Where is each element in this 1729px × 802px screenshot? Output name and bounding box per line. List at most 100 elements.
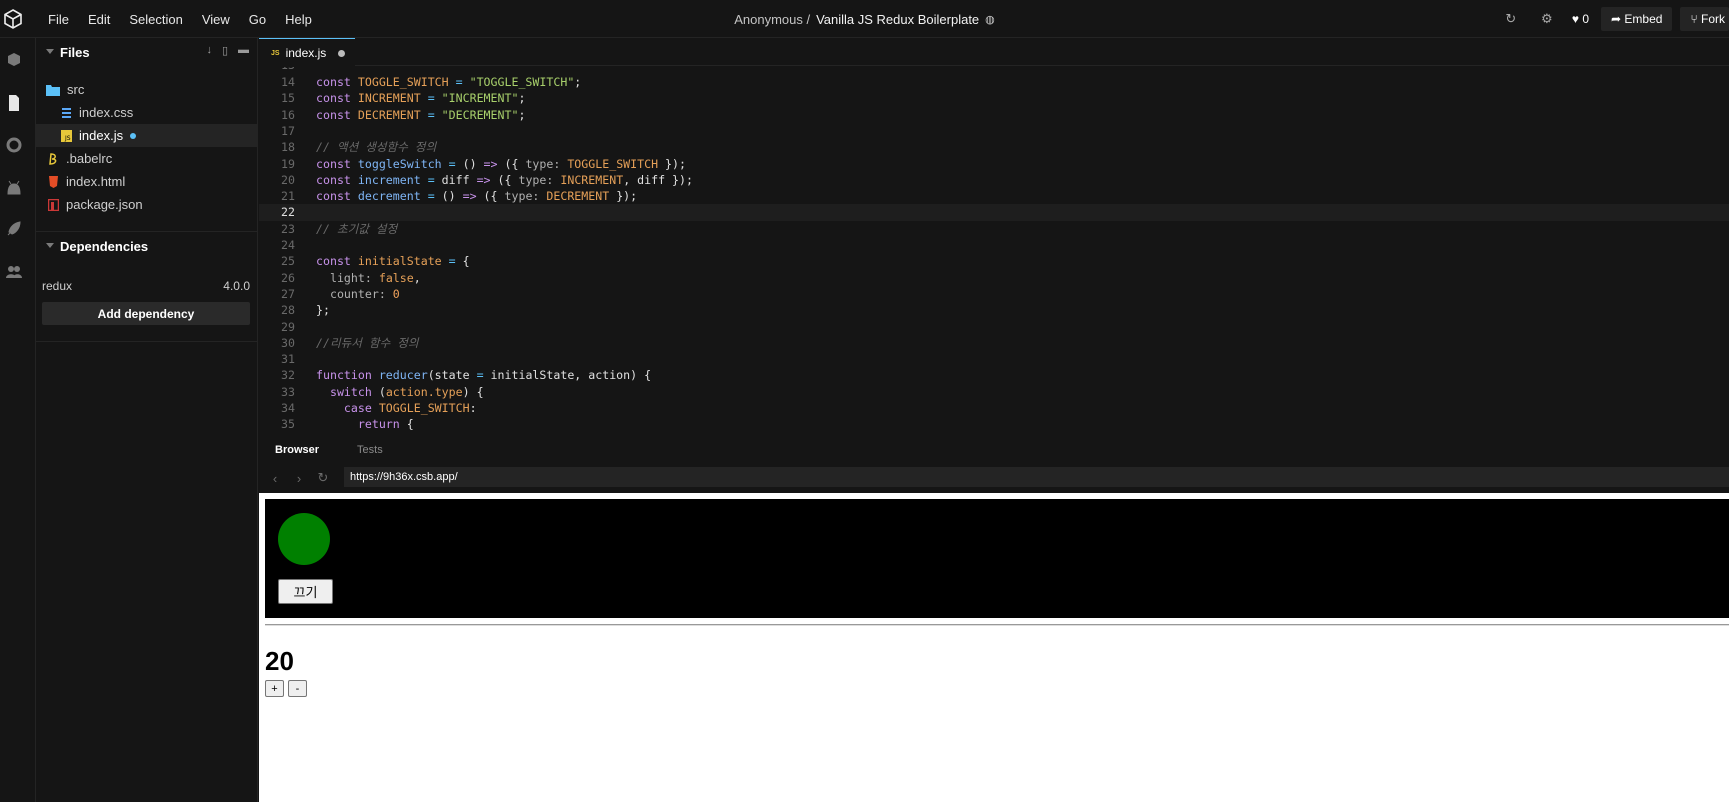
- line-number: 21: [281, 189, 295, 204]
- code-editor: JS index.js 13 14const TOGGLE_SWITCH = "…: [259, 38, 1729, 438]
- unsaved-dot-icon[interactable]: [338, 50, 345, 57]
- line-number: 15: [281, 91, 295, 106]
- line-number: 32: [281, 368, 295, 383]
- counter-value: 20: [265, 646, 294, 676]
- line-number: 31: [281, 352, 295, 367]
- files-actions: ↓ ▯ ▬: [206, 44, 249, 57]
- tree-item-label: package.json: [66, 197, 143, 212]
- fork-label: Fork: [1701, 12, 1725, 26]
- add-dependency-button[interactable]: Add dependency: [42, 302, 250, 325]
- line-number: 22: [281, 205, 295, 220]
- dependency-row[interactable]: redux 4.0.0: [36, 276, 257, 296]
- code-line: 19 const toggleSwitch = () => ({ type: TO…: [259, 156, 1729, 172]
- light-indicator: [278, 513, 330, 565]
- tab-index-js[interactable]: JS index.js: [259, 38, 355, 67]
- collapse-caret-icon[interactable]: [46, 49, 54, 54]
- deploy-rocket-icon[interactable]: [4, 219, 24, 239]
- toolbar-right: ↻ ⚙ ♥ 0 ➦ Embed ⑂ Fork: [1500, 0, 1729, 38]
- decrement-button[interactable]: -: [288, 680, 307, 697]
- line-number: 35: [281, 417, 295, 432]
- npm-file-icon: [48, 198, 59, 211]
- menu-selection[interactable]: Selection: [129, 12, 182, 27]
- like-count: 0: [1582, 12, 1590, 26]
- embed-button[interactable]: ➦ Embed: [1601, 7, 1673, 31]
- dependencies-header-label: Dependencies: [60, 238, 149, 254]
- tree-file-babelrc[interactable]: .babelrc: [36, 147, 257, 170]
- toggle-off-button[interactable]: 끄기: [278, 579, 333, 604]
- code-line: 27 counter: 0: [259, 286, 1729, 302]
- line-number: 13: [259, 67, 295, 73]
- back-arrow-icon[interactable]: ‹: [267, 471, 283, 486]
- gear-icon[interactable]: ⚙: [1536, 11, 1558, 27]
- refresh-icon[interactable]: ↻: [1500, 11, 1522, 27]
- config-gear-icon[interactable]: [4, 135, 24, 155]
- code-line: 24: [259, 237, 1729, 253]
- tree-file-index-css[interactable]: index.css: [36, 101, 257, 124]
- menu-help[interactable]: Help: [285, 12, 312, 27]
- unsaved-dot-icon: [130, 132, 137, 139]
- file-explorer-icon[interactable]: [4, 93, 24, 113]
- files-header[interactable]: Files ↓ ▯ ▬: [36, 38, 257, 66]
- code-line: 16 const DECREMENT = "DECREMENT";: [259, 107, 1729, 123]
- sandbox-name[interactable]: Vanilla JS Redux Boilerplate: [816, 12, 979, 27]
- line-number: 14: [281, 75, 295, 89]
- forward-arrow-icon[interactable]: ›: [291, 471, 307, 486]
- css-file-icon: [62, 107, 71, 118]
- tree-file-index-js[interactable]: JS index.js: [36, 124, 257, 147]
- dependencies-list: redux 4.0.0 Add dependency: [36, 276, 257, 325]
- tab-tests[interactable]: Tests: [357, 444, 383, 456]
- tree-folder-src[interactable]: src: [36, 78, 257, 101]
- collapse-caret-icon[interactable]: [46, 243, 54, 248]
- project-info-icon[interactable]: [4, 50, 24, 70]
- sidebar-divider: [36, 341, 257, 342]
- line-number: 29: [281, 319, 295, 334]
- increment-button[interactable]: +: [265, 680, 284, 697]
- menu-go[interactable]: Go: [249, 12, 266, 27]
- tree-file-index-html[interactable]: index.html: [36, 170, 257, 193]
- code-line: 25 const initialState = {: [259, 253, 1729, 269]
- tree-item-label: .babelrc: [66, 151, 113, 166]
- file-tree: src index.css JS index.js .babelrc index…: [36, 78, 257, 216]
- code-line: 28};: [259, 302, 1729, 318]
- code-line: 23// 초기값 설정: [259, 221, 1729, 237]
- menu-view[interactable]: View: [202, 12, 230, 27]
- line-number: 18: [281, 140, 295, 155]
- line-number: 28: [281, 303, 295, 318]
- url-bar[interactable]: https://9h36x.csb.app/: [344, 467, 1729, 487]
- tree-item-label: src: [67, 82, 85, 97]
- files-header-label: Files: [60, 44, 90, 60]
- tab-browser[interactable]: Browser: [275, 444, 319, 456]
- codesandbox-logo-icon[interactable]: [3, 9, 23, 29]
- top-bar: File Edit Selection View Go Help Anonymo…: [0, 0, 1729, 38]
- globe-icon: ◍: [985, 13, 995, 26]
- preview-frame: 끄기 20 + -: [259, 493, 1729, 802]
- dependencies-header[interactable]: Dependencies: [36, 232, 257, 260]
- menu-edit[interactable]: Edit: [88, 12, 110, 27]
- tab-label: index.js: [285, 46, 327, 60]
- code-line: 32 function reducer(state = initialState,…: [259, 367, 1729, 383]
- like-button[interactable]: ♥ 0: [1572, 12, 1589, 26]
- code-line: 21 const decrement = () => ({ type: DECRE…: [259, 188, 1729, 204]
- code-line: 20 const increment = diff => ({ type: INC…: [259, 172, 1729, 188]
- code-line: 31: [259, 351, 1729, 367]
- download-icon[interactable]: ↓: [206, 44, 212, 57]
- new-file-icon[interactable]: ▯: [222, 44, 228, 57]
- fork-button[interactable]: ⑂ Fork: [1680, 7, 1729, 31]
- line-number: 20: [281, 172, 295, 187]
- code-line: 17: [259, 123, 1729, 139]
- github-icon[interactable]: [4, 177, 24, 197]
- new-folder-icon[interactable]: ▬: [238, 44, 249, 57]
- tree-file-package-json[interactable]: package.json: [36, 193, 257, 216]
- editor-tabs: JS index.js: [259, 38, 1729, 67]
- code-line-current: 22: [259, 204, 1729, 221]
- menu-file[interactable]: File: [48, 12, 69, 27]
- live-users-icon[interactable]: [4, 262, 24, 282]
- code-line: 26 light: false,: [259, 270, 1729, 286]
- reload-icon[interactable]: ↻: [315, 470, 331, 486]
- sandbox-owner[interactable]: Anonymous /: [734, 12, 810, 27]
- line-number: 17: [281, 123, 295, 138]
- code-area[interactable]: 13 14const TOGGLE_SWITCH = "TOGGLE_SWITC…: [259, 67, 1729, 437]
- code-line: 35 return {: [259, 416, 1729, 432]
- embed-label: Embed: [1624, 12, 1663, 26]
- svg-text:JS: JS: [64, 135, 71, 142]
